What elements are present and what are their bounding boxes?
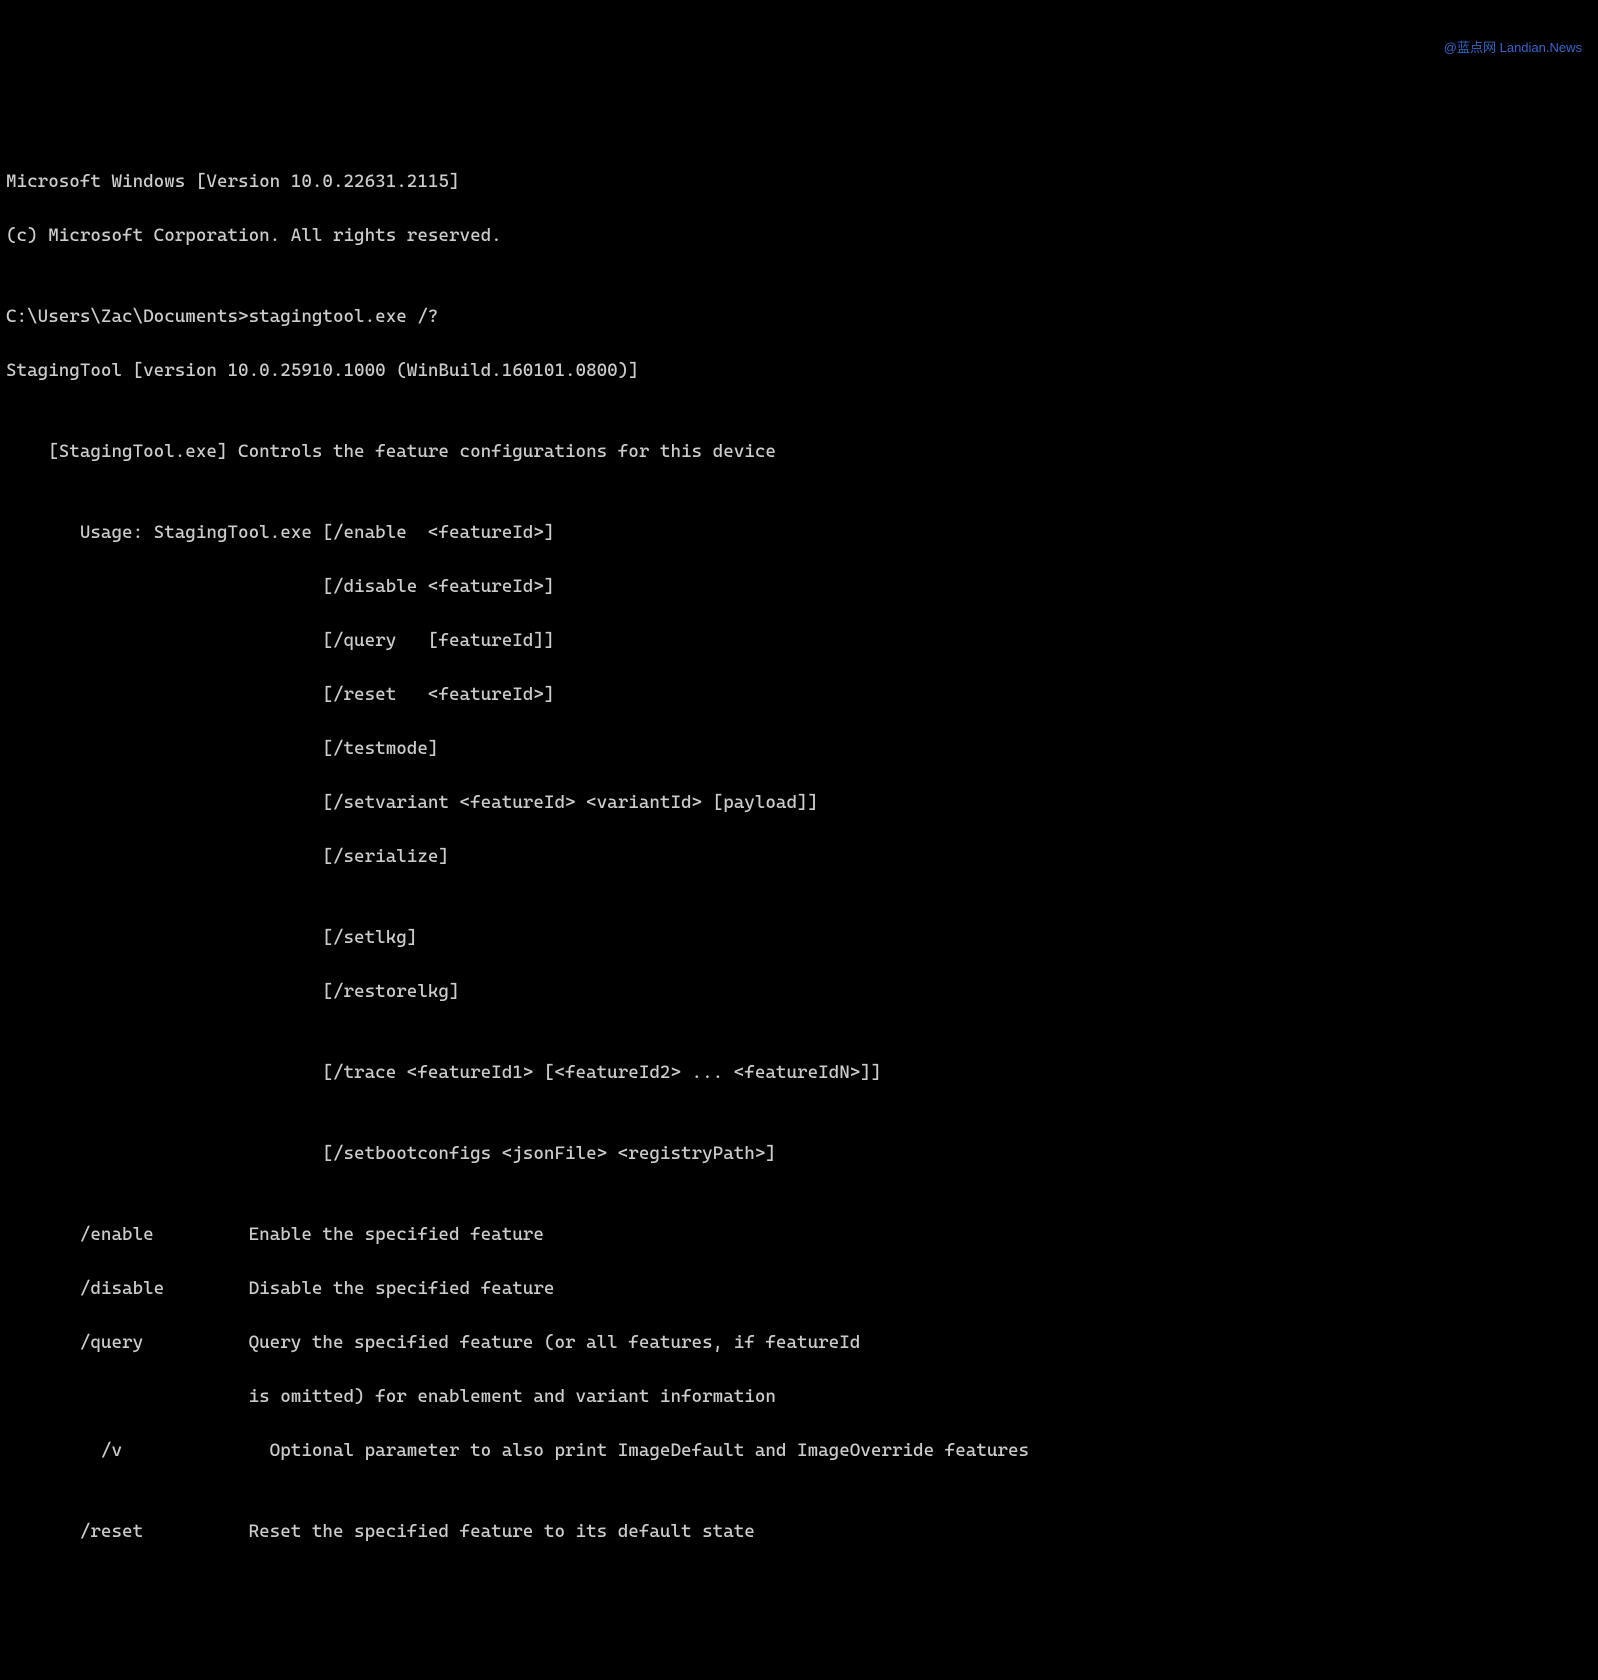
copyright-line: (c) Microsoft Corporation. All rights re…: [6, 222, 1592, 249]
windows-version-line: Microsoft Windows [Version 10.0.22631.21…: [6, 168, 1592, 195]
option-reset-line: /reset Reset the specified feature to it…: [6, 1518, 1592, 1545]
option-disable-line: /disable Disable the specified feature: [6, 1275, 1592, 1302]
usage-query-line: [/query [featureId]]: [6, 627, 1592, 654]
usage-trace-line: [/trace <featureId1> [<featureId2> ... <…: [6, 1059, 1592, 1086]
command-prompt-line[interactable]: C:\Users\Zac\Documents>stagingtool.exe /…: [6, 303, 1592, 330]
usage-restorelkg-line: [/restorelkg]: [6, 978, 1592, 1005]
option-enable-line: /enable Enable the specified feature: [6, 1221, 1592, 1248]
description-line: [StagingTool.exe] Controls the feature c…: [6, 438, 1592, 465]
usage-serialize-line: [/serialize]: [6, 843, 1592, 870]
usage-reset-line: [/reset <featureId>]: [6, 681, 1592, 708]
usage-testmode-line: [/testmode]: [6, 735, 1592, 762]
option-v-line: /v Optional parameter to also print Imag…: [6, 1437, 1592, 1464]
usage-setvariant-line: [/setvariant <featureId> <variantId> [pa…: [6, 789, 1592, 816]
usage-setlkg-line: [/setlkg]: [6, 924, 1592, 951]
option-query-line: /query Query the specified feature (or a…: [6, 1329, 1592, 1356]
stagingtool-version-line: StagingTool [version 10.0.25910.1000 (Wi…: [6, 357, 1592, 384]
usage-header-line: Usage: StagingTool.exe [/enable <feature…: [6, 519, 1592, 546]
usage-disable-line: [/disable <featureId>]: [6, 573, 1592, 600]
option-query-line2: is omitted) for enablement and variant i…: [6, 1383, 1592, 1410]
watermark-text: @蓝点网 Landian.News: [1444, 38, 1582, 58]
usage-setbootconfigs-line: [/setbootconfigs <jsonFile> <registryPat…: [6, 1140, 1592, 1167]
